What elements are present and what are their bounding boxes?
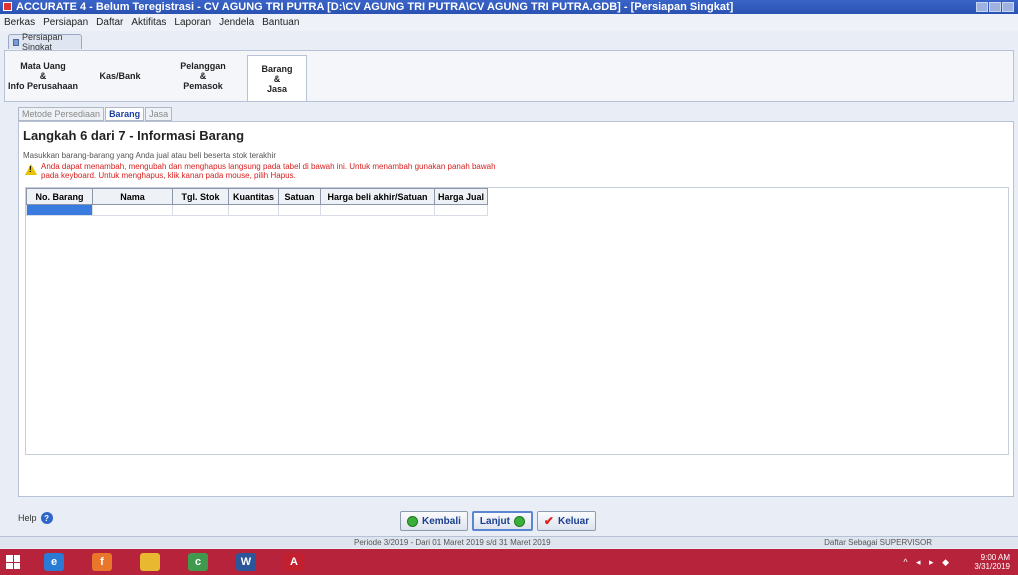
exit-button[interactable]: ✔ Keluar [536,511,597,531]
table-cell[interactable] [320,204,435,216]
status-user: Daftar Sebagai SUPERVISOR [824,538,932,547]
warning-text: Anda dapat menambah, mengubah dan mengha… [41,162,496,180]
table-cell[interactable] [278,204,321,216]
word-icon: W [236,553,256,571]
chrome-icon: c [188,553,208,571]
col-no-barang[interactable]: No. Barang [26,188,93,205]
table-cell[interactable] [172,204,229,216]
clock[interactable]: 9:00 AM 3/31/2019 [974,553,1010,571]
firefox-icon: f [92,553,112,571]
step-barang-jasa[interactable]: Barang & Jasa [247,55,307,101]
clock-date: 3/31/2019 [974,562,1010,571]
file-explorer-icon [140,553,160,571]
table-header-row: No. Barang Nama Tgl. Stok Kuantitas Satu… [26,188,489,205]
taskbar-app[interactable]: c [178,550,218,574]
menu-aktifitas[interactable]: Aktifitas [131,17,166,28]
table-cell[interactable] [228,204,279,216]
col-satuan[interactable]: Satuan [278,188,321,205]
next-label: Lanjut [479,515,510,527]
table-cell-selected[interactable] [26,204,93,216]
maximize-button[interactable] [989,2,1001,12]
col-harga-jual[interactable]: Harga Jual [433,188,489,205]
items-table: No. Barang Nama Tgl. Stok Kuantitas Satu… [26,188,489,216]
clock-time: 9:00 AM [980,553,1010,562]
taskbar-app[interactable]: e [34,550,74,574]
menu-bar: Berkas Persiapan Daftar Aktifitas Lapora… [0,14,1018,31]
menu-berkas[interactable]: Berkas [4,17,35,28]
app-icon [3,2,12,11]
back-label: Kembali [422,515,461,527]
taskbar-apps: efcWA [26,550,314,574]
table-cell[interactable] [92,204,173,216]
taskbar-app[interactable]: W [226,550,266,574]
instruction-text: Masukkan barang-barang yang Anda jual at… [23,151,277,160]
subtab-strip: Metode Persediaan Barang Jasa [18,107,173,121]
system-tray-icons[interactable]: ^ ◂ ▸ ◆ [903,557,952,568]
accurate-icon: A [284,553,304,571]
col-kuantitas[interactable]: Kuantitas [228,188,279,205]
items-grid[interactable]: No. Barang Nama Tgl. Stok Kuantitas Satu… [25,187,1009,455]
back-button[interactable]: Kembali [400,511,468,531]
window-titlebar[interactable]: ACCURATE 4 - Belum Teregistrasi - CV AGU… [0,0,1018,14]
next-button[interactable]: Lanjut [471,511,533,531]
menu-daftar[interactable]: Daftar [96,17,123,28]
document-icon [13,38,20,46]
status-period: Periode 3/2019 - Dari 01 Maret 2019 s/d … [354,538,551,547]
col-harga-beli[interactable]: Harga beli akhir/Satuan [320,188,435,205]
taskbar: e f c W A ^ ◂ ▸ ◆ 9:00 AM 3/31/2019 [0,549,1018,575]
start-button[interactable] [0,549,26,575]
tab-persiapan-singkat[interactable]: Persiapan Singkat [8,32,82,52]
menu-persiapan[interactable]: Persiapan [43,17,88,28]
window-controls [976,2,1014,12]
step-panel: Langkah 6 dari 7 - Informasi Barang Masu… [18,121,1014,497]
table-cell[interactable] [433,204,489,216]
page-title: Langkah 6 dari 7 - Informasi Barang [23,128,245,143]
col-tgl-stok[interactable]: Tgl. Stok [172,188,229,205]
window-title: ACCURATE 4 - Belum Teregistrasi - CV AGU… [16,1,734,13]
tab-metode-persediaan[interactable]: Metode Persediaan [18,107,105,121]
help-icon: ? [40,512,53,524]
help-label: Help [18,513,37,523]
edge-icon: e [44,553,64,571]
step-pelanggan-pemasok[interactable]: Pelanggan & Pemasok [161,51,245,101]
wizard-buttons: Kembali Lanjut ✔ Keluar [400,511,597,531]
windows-icon [6,555,20,569]
next-arrow-icon [513,515,525,527]
exit-label: Keluar [557,515,590,527]
taskbar-app[interactable]: A [274,550,314,574]
step-mata-uang[interactable]: Mata Uang & Info Perusahaan [7,51,79,101]
taskbar-app[interactable]: f [82,550,122,574]
step-kas-bank[interactable]: Kas/Bank [81,51,159,101]
tab-label: Persiapan Singkat [22,32,63,52]
back-arrow-icon [407,515,418,527]
warning-icon [25,164,37,175]
minimize-button[interactable] [976,2,988,12]
document-tab-strip: Persiapan Singkat [4,32,1014,52]
tab-barang[interactable]: Barang [105,107,145,121]
table-row[interactable] [26,204,489,216]
help-link[interactable]: Help ? [18,512,53,524]
menu-jendela[interactable]: Jendela [219,17,254,28]
tab-jasa[interactable]: Jasa [145,107,173,121]
check-icon: ✔ [543,514,554,528]
wizard-steps: Mata Uang & Info Perusahaan Kas/Bank Pel… [4,50,1014,102]
menu-bantuan[interactable]: Bantuan [262,17,299,28]
menu-laporan[interactable]: Laporan [174,17,211,28]
taskbar-app[interactable] [130,550,170,574]
status-bar: Periode 3/2019 - Dari 01 Maret 2019 s/d … [0,536,1018,548]
close-button[interactable] [1002,2,1014,12]
col-nama[interactable]: Nama [92,188,173,205]
